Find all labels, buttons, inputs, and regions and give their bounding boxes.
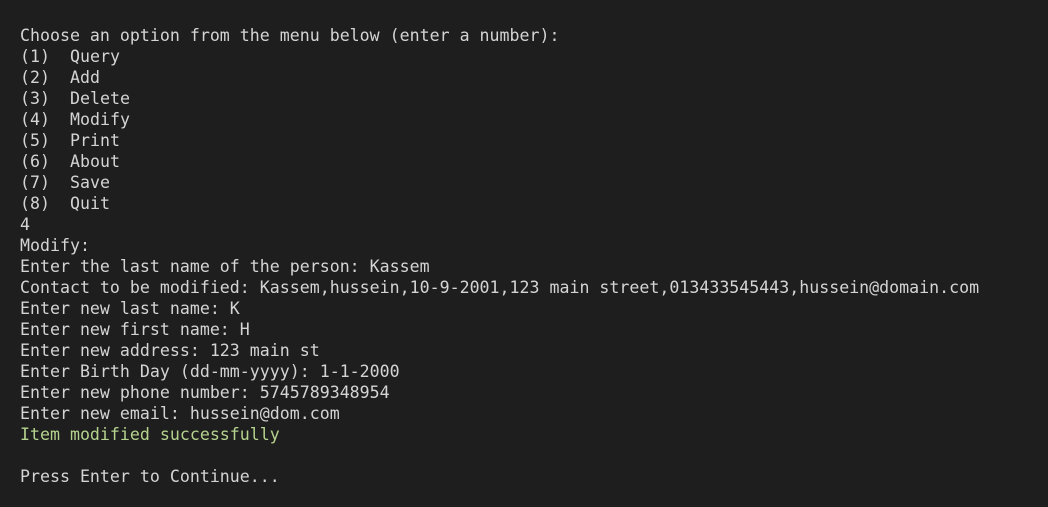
birth-day-line: Enter Birth Day (dd-mm-yyyy): 1-1-2000 <box>20 362 400 381</box>
last-name-prompt: Enter the last name of the person: Kasse… <box>20 257 430 276</box>
terminal-window[interactable]: Choose an option from the menu below (en… <box>0 0 1048 507</box>
menu-item-number: (5) <box>20 131 50 150</box>
menu-item-add: (2) Add <box>20 67 1048 88</box>
menu-item-number: (3) <box>20 89 50 108</box>
new-first-name-line: Enter new first name: H <box>20 320 250 339</box>
menu-item-number: (1) <box>20 47 50 66</box>
menu-item-print: (5) Print <box>20 130 1048 151</box>
contact-line: Contact to be modified: Kassem,hussein,1… <box>20 278 980 297</box>
new-address-line: Enter new address: 123 main st <box>20 341 320 360</box>
menu-item-query: (1) Query <box>20 46 1048 67</box>
new-email-line: Enter new email: hussein@dom.com <box>20 404 340 423</box>
new-last-name-line: Enter new last name: K <box>20 299 240 318</box>
menu-item-label: Query <box>70 47 120 66</box>
menu-item-number: (8) <box>20 194 50 213</box>
menu-item-label: About <box>70 152 120 171</box>
section-title: Modify: <box>20 236 90 255</box>
user-choice-input: 4 <box>20 215 30 234</box>
menu-item-label: Print <box>70 131 120 150</box>
menu-item-label: Quit <box>70 194 110 213</box>
menu-item-modify: (4) Modify <box>20 109 1048 130</box>
menu-item-label: Delete <box>70 89 130 108</box>
menu-item-label: Add <box>70 68 100 87</box>
menu-item-label: Modify <box>70 110 130 129</box>
menu-item-delete: (3) Delete <box>20 88 1048 109</box>
menu-item-about: (6) About <box>20 151 1048 172</box>
success-message: Item modified successfully <box>20 425 280 444</box>
menu-item-save: (7) Save <box>20 172 1048 193</box>
menu-item-number: (2) <box>20 68 50 87</box>
new-phone-line: Enter new phone number: 5745789348954 <box>20 383 390 402</box>
menu-item-number: (7) <box>20 173 50 192</box>
menu-item-number: (4) <box>20 110 50 129</box>
menu-item-number: (6) <box>20 152 50 171</box>
menu-item-quit: (8) Quit <box>20 193 1048 214</box>
continue-prompt: Press Enter to Continue... <box>20 467 280 486</box>
menu-item-label: Save <box>70 173 110 192</box>
menu-prompt: Choose an option from the menu below (en… <box>20 26 560 45</box>
